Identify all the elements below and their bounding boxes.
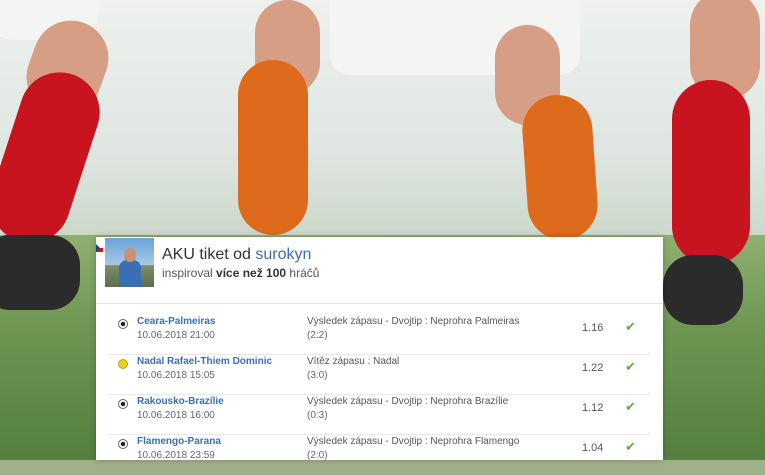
- match-link[interactable]: Nadal Rafael-Thiem Dominic: [137, 356, 272, 367]
- divider: [96, 303, 663, 304]
- player-boot: [0, 235, 80, 310]
- subtitle-count: více než 100: [216, 266, 287, 280]
- ticket-header: AKU tiket od surokyn inspiroval více než…: [96, 237, 663, 303]
- bet-description: Výsledek zápasu - Dvojtip : Neprohra Pal…: [307, 316, 520, 327]
- bet-odds: 1.22: [582, 362, 604, 374]
- football-icon: [118, 439, 128, 449]
- match-datetime: 10.06.2018 15:05: [137, 370, 215, 381]
- tennis-icon: [118, 359, 128, 369]
- football-icon: [118, 399, 128, 409]
- match-score: (2:0): [307, 450, 328, 461]
- bet-odds: 1.04: [582, 442, 604, 454]
- match-datetime: 10.06.2018 16:00: [137, 410, 215, 421]
- match-datetime: 10.06.2018 21:00: [137, 330, 215, 341]
- bet-row: Ceara-Palmeiras 10.06.2018 21:00 Výslede…: [96, 315, 663, 355]
- subtitle-prefix: inspiroval: [162, 266, 217, 280]
- bet-description: Vítěz zápasu : Nadal: [307, 356, 400, 367]
- bet-row: Nadal Rafael-Thiem Dominic 10.06.2018 15…: [96, 355, 663, 395]
- match-link[interactable]: Ceara-Palmeiras: [137, 316, 215, 327]
- match-link[interactable]: Rakousko-Brazílie: [137, 396, 224, 407]
- bet-odds: 1.16: [582, 322, 604, 334]
- win-check-icon: ✔: [625, 440, 636, 455]
- bet-row: Flamengo-Parana 10.06.2018 23:59 Výslede…: [96, 435, 663, 475]
- username-link[interactable]: surokyn: [255, 246, 311, 263]
- bet-description: Výsledek zápasu - Dvojtip : Neprohra Bra…: [307, 396, 509, 407]
- ticket-title: AKU tiket od surokyn: [162, 246, 311, 264]
- ticket-title-prefix: AKU tiket od: [162, 246, 256, 263]
- match-score: (2:2): [307, 330, 328, 341]
- match-link[interactable]: Flamengo-Parana: [137, 436, 221, 447]
- match-score: (0:3): [307, 410, 328, 421]
- player-sock: [672, 80, 750, 265]
- match-datetime: 10.06.2018 23:59: [137, 450, 215, 461]
- subtitle-suffix: hráčů: [286, 266, 320, 280]
- bet-row: Rakousko-Brazílie 10.06.2018 16:00 Výsle…: [96, 395, 663, 435]
- czech-flag-icon: [96, 244, 103, 252]
- avatar-figure: [119, 260, 141, 287]
- ticket-card: AKU tiket od surokyn inspiroval více než…: [96, 237, 663, 461]
- win-check-icon: ✔: [625, 360, 636, 375]
- avatar[interactable]: [105, 238, 154, 287]
- bet-odds: 1.12: [582, 402, 604, 414]
- match-score: (3:0): [307, 370, 328, 381]
- win-check-icon: ✔: [625, 320, 636, 335]
- player-sock: [238, 60, 308, 235]
- win-check-icon: ✔: [625, 400, 636, 415]
- football-icon: [118, 319, 128, 329]
- player-sock: [520, 92, 600, 243]
- avatar-head: [124, 248, 136, 262]
- player-boot: [663, 255, 743, 325]
- ticket-subtitle: inspiroval více než 100 hráčů: [162, 266, 319, 280]
- bet-description: Výsledek zápasu - Dvojtip : Neprohra Fla…: [307, 436, 520, 447]
